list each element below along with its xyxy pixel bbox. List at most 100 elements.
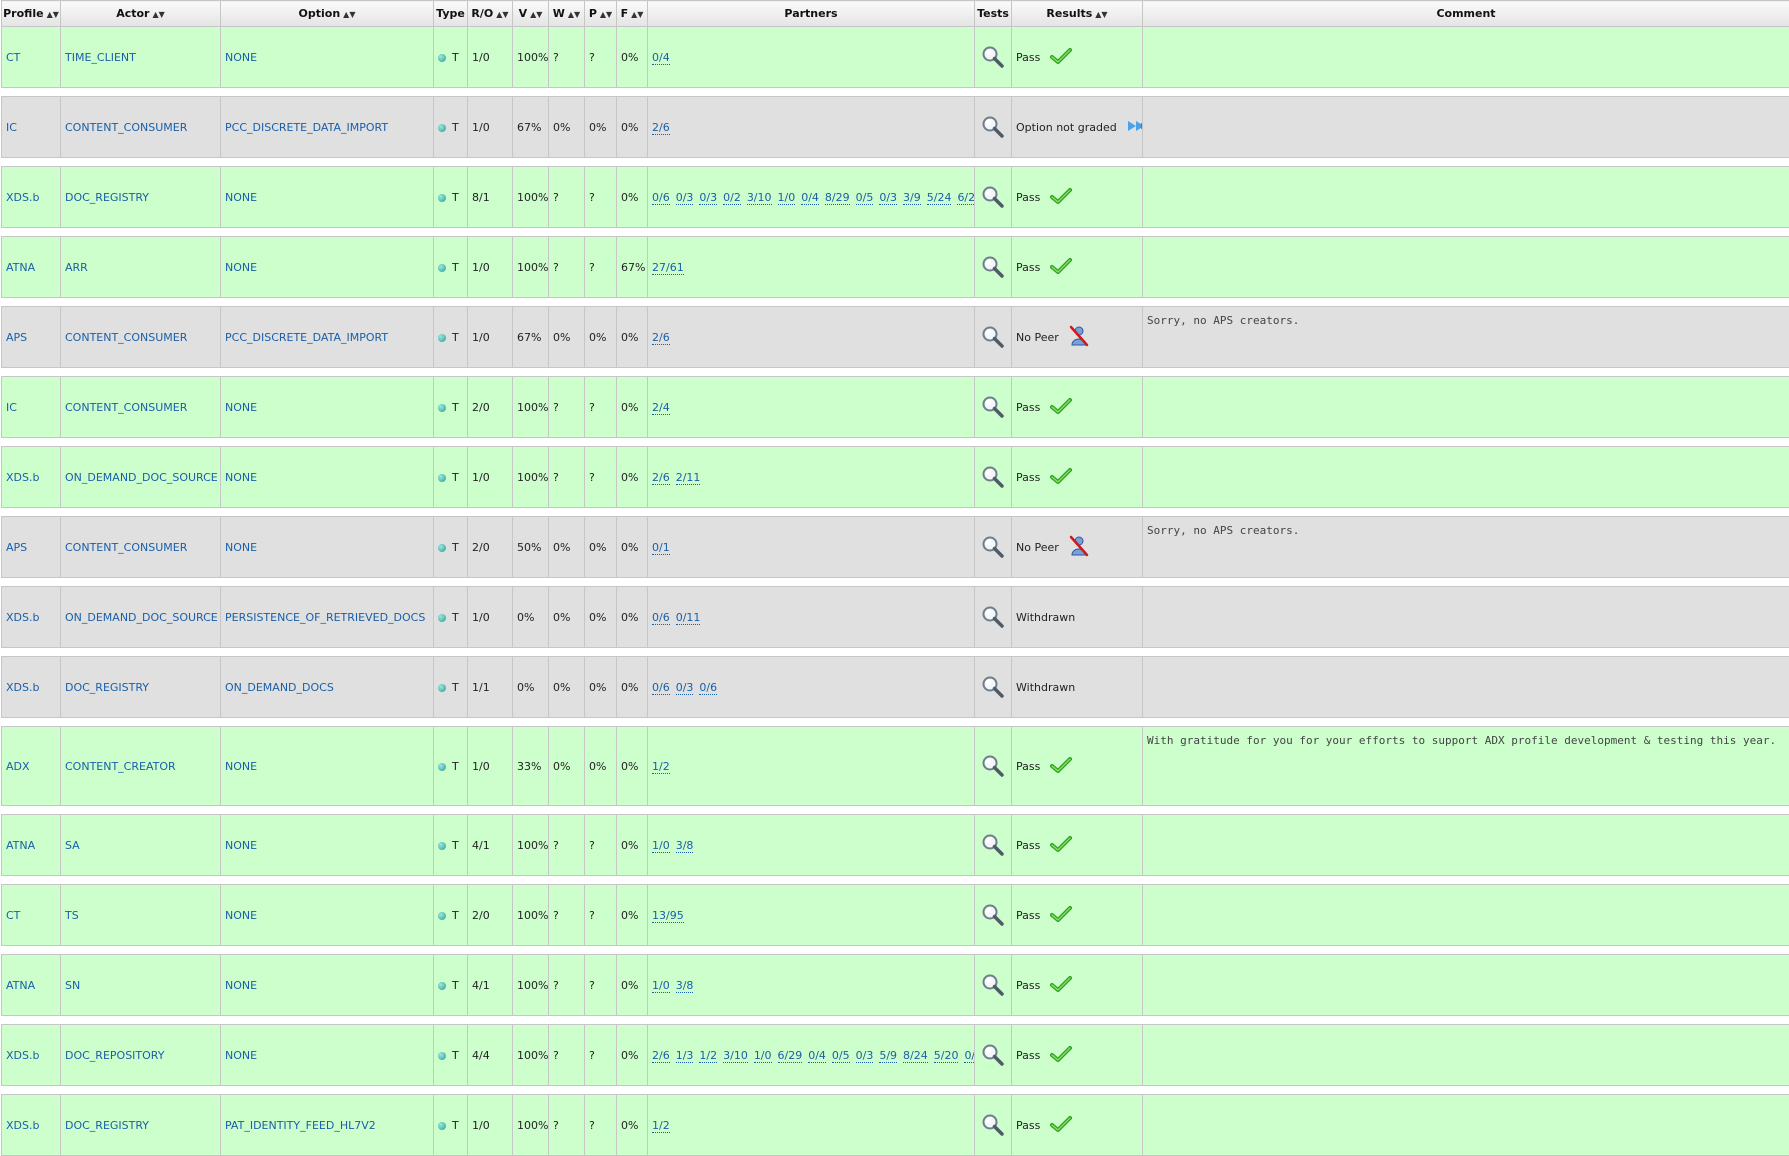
partner-link[interactable]: 1/0 [652,839,670,853]
profile-link[interactable]: XDS.b [6,1049,39,1062]
actor-link[interactable]: CONTENT_CONSUMER [65,541,187,554]
partner-link[interactable]: 0/2 [964,1049,974,1063]
magnifier-icon[interactable] [975,395,1011,419]
partner-link[interactable]: 0/4 [652,51,670,65]
partner-link[interactable]: 3/10 [723,1049,748,1063]
option-link[interactable]: NONE [225,760,257,773]
profile-link[interactable]: XDS.b [6,611,39,624]
option-link[interactable]: NONE [225,471,257,484]
sort-icon[interactable]: ▲▼ [600,10,612,19]
sort-icon[interactable]: ▲▼ [496,10,508,19]
partner-link[interactable]: 0/3 [879,191,897,205]
partner-link[interactable]: 2/6 [652,471,670,485]
option-link[interactable]: NONE [225,191,257,204]
sort-icon[interactable]: ▲▼ [530,10,542,19]
partner-link[interactable]: 1/0 [754,1049,772,1063]
partner-link[interactable]: 2/4 [652,401,670,415]
partner-link[interactable]: 0/4 [801,191,819,205]
actor-link[interactable]: SA [65,839,80,852]
partner-link[interactable]: 13/95 [652,909,684,923]
profile-link[interactable]: ATNA [6,261,35,274]
partner-link[interactable]: 1/2 [699,1049,717,1063]
sort-icon[interactable]: ▲▼ [631,10,643,19]
partner-link[interactable]: 1/2 [652,760,670,774]
partner-link[interactable]: 0/5 [832,1049,850,1063]
partner-link[interactable]: 0/6 [652,611,670,625]
partner-link[interactable]: 3/8 [676,839,694,853]
sort-icon[interactable]: ▲▼ [152,10,164,19]
actor-link[interactable]: SN [65,979,80,992]
col-v[interactable]: V▲▼ [513,1,549,27]
profile-link[interactable]: IC [6,401,17,414]
magnifier-icon[interactable] [975,973,1011,997]
col-results[interactable]: Results▲▼ [1012,1,1143,27]
col-profile[interactable]: Profile▲▼ [2,1,61,27]
option-link[interactable]: PCC_DISCRETE_DATA_IMPORT [225,121,388,134]
actor-link[interactable]: ON_DEMAND_DOC_SOURCE [65,611,218,624]
sort-icon[interactable]: ▲▼ [568,10,580,19]
sort-icon[interactable]: ▲▼ [1095,10,1107,19]
partner-link[interactable]: 1/3 [676,1049,694,1063]
actor-link[interactable]: TS [65,909,79,922]
option-link[interactable]: NONE [225,401,257,414]
col-f[interactable]: F▲▼ [617,1,648,27]
actor-link[interactable]: DOC_REPOSITORY [65,1049,164,1062]
actor-link[interactable]: TIME_CLIENT [65,51,136,64]
partner-link[interactable]: 2/6 [652,1049,670,1063]
profile-link[interactable]: XDS.b [6,191,39,204]
profile-link[interactable]: IC [6,121,17,134]
profile-link[interactable]: CT [6,51,20,64]
option-link[interactable]: NONE [225,909,257,922]
partner-link[interactable]: 0/6 [652,191,670,205]
option-link[interactable]: NONE [225,839,257,852]
partner-link[interactable]: 27/61 [652,261,684,275]
actor-link[interactable]: CONTENT_CONSUMER [65,401,187,414]
option-link[interactable]: PAT_IDENTITY_FEED_HL7V2 [225,1119,376,1132]
partner-link[interactable]: 0/5 [856,191,874,205]
option-link[interactable]: NONE [225,51,257,64]
partner-link[interactable]: 6/29 [778,1049,803,1063]
partner-link[interactable]: 5/24 [927,191,952,205]
partner-link[interactable]: 0/11 [676,611,701,625]
profile-link[interactable]: XDS.b [6,471,39,484]
sort-icon[interactable]: ▲▼ [47,10,59,19]
partner-link[interactable]: 0/6 [699,681,717,695]
option-link[interactable]: NONE [225,979,257,992]
partner-link[interactable]: 1/0 [652,979,670,993]
partner-link[interactable]: 0/2 [723,191,741,205]
partner-link[interactable]: 0/6 [652,681,670,695]
option-link[interactable]: NONE [225,261,257,274]
magnifier-icon[interactable] [975,325,1011,349]
magnifier-icon[interactable] [975,185,1011,209]
partner-link[interactable]: 2/6 [652,331,670,345]
profile-link[interactable]: XDS.b [6,1119,39,1132]
partner-link[interactable]: 5/20 [934,1049,959,1063]
partner-link[interactable]: 8/29 [825,191,850,205]
partner-link[interactable]: 0/4 [808,1049,826,1063]
profile-link[interactable]: XDS.b [6,681,39,694]
option-link[interactable]: NONE [225,1049,257,1062]
sort-icon[interactable]: ▲▼ [343,10,355,19]
actor-link[interactable]: CONTENT_CONSUMER [65,121,187,134]
magnifier-icon[interactable] [975,465,1011,489]
actor-link[interactable]: ON_DEMAND_DOC_SOURCE [65,471,218,484]
partner-link[interactable]: 1/2 [652,1119,670,1133]
partner-link[interactable]: 2/6 [652,121,670,135]
magnifier-icon[interactable] [975,675,1011,699]
profile-link[interactable]: ATNA [6,839,35,852]
partner-link[interactable]: 3/9 [903,191,921,205]
magnifier-icon[interactable] [975,903,1011,927]
magnifier-icon[interactable] [975,1043,1011,1067]
profile-link[interactable]: CT [6,909,20,922]
partner-link[interactable]: 0/3 [699,191,717,205]
partner-link[interactable]: 0/1 [652,541,670,555]
option-link[interactable]: NONE [225,541,257,554]
partner-link[interactable]: 3/8 [676,979,694,993]
actor-link[interactable]: DOC_REGISTRY [65,1119,149,1132]
magnifier-icon[interactable] [975,754,1011,778]
magnifier-icon[interactable] [975,115,1011,139]
magnifier-icon[interactable] [975,45,1011,69]
profile-link[interactable]: APS [6,331,27,344]
actor-link[interactable]: ARR [65,261,88,274]
partner-link[interactable]: 0/3 [856,1049,874,1063]
